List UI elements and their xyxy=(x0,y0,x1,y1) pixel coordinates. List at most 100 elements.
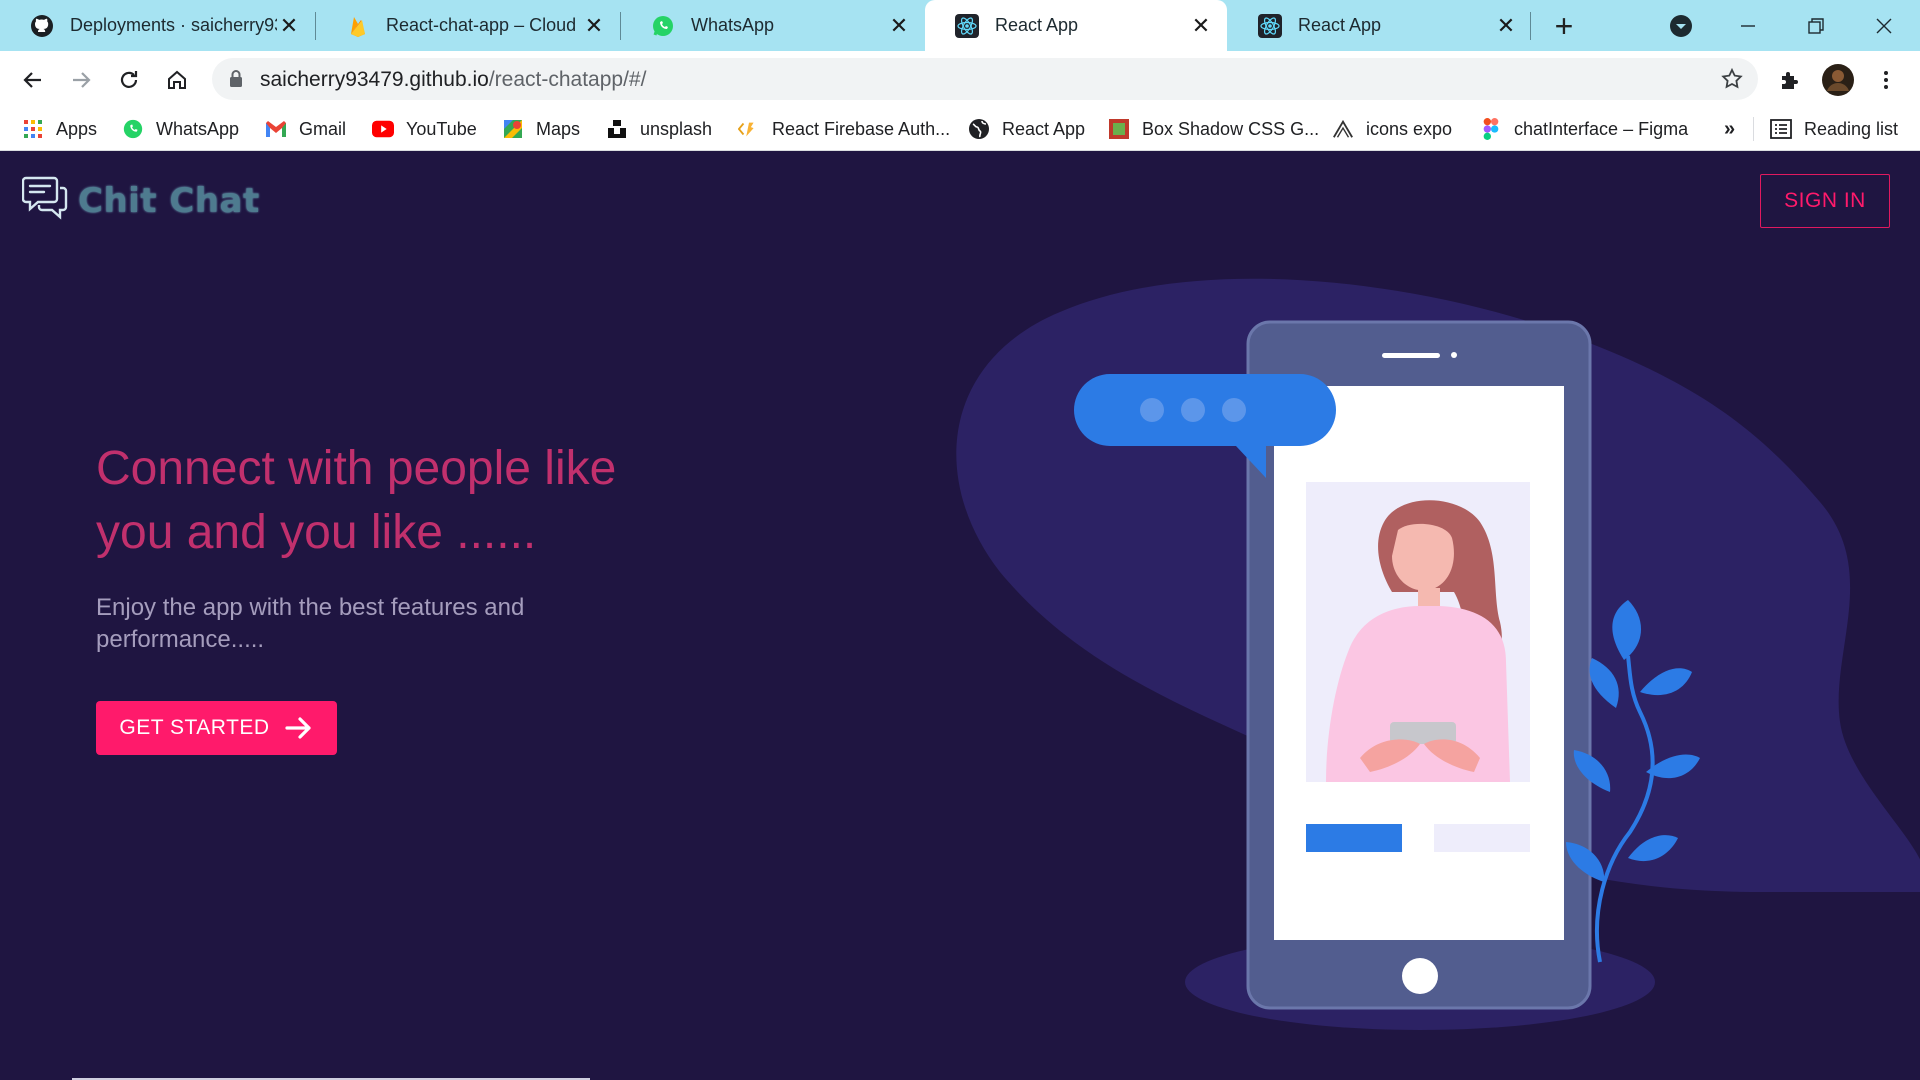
bookmark-youtube[interactable]: YouTube xyxy=(372,107,477,151)
chit-chat-landing: Chit Chat SIGN IN Connect with people li… xyxy=(0,152,1920,1080)
hero-title: Connect with people like you and you lik… xyxy=(96,442,617,559)
reading-list-icon xyxy=(1770,118,1792,140)
new-tab-button[interactable]: + xyxy=(1548,8,1580,44)
tab-react-app[interactable]: React App ✕ xyxy=(1228,0,1532,51)
tab-label: React App xyxy=(995,15,1079,35)
code-icon xyxy=(738,118,760,140)
reload-button[interactable] xyxy=(112,63,146,97)
bookmarks-bar: Apps WhatsApp Gmail YouTube Maps unsplas… xyxy=(0,107,1920,151)
maps-icon xyxy=(502,118,524,140)
bookmark-maps[interactable]: Maps xyxy=(502,107,580,151)
address-bar[interactable]: saicherry93479.github.io/react-chatapp/#… xyxy=(212,58,1758,100)
lock-icon[interactable] xyxy=(228,69,244,94)
tab-github-deployments[interactable]: Deployments · saicherry93479/react-chata… xyxy=(0,0,315,51)
close-icon[interactable]: ✕ xyxy=(887,13,911,38)
restore-icon xyxy=(1808,18,1824,34)
bookmark-react-firebase-auth[interactable]: React Firebase Auth... xyxy=(738,107,950,151)
home-icon xyxy=(168,70,186,89)
expo-icon xyxy=(1332,118,1354,140)
arrow-left-icon xyxy=(23,72,41,88)
forward-button[interactable] xyxy=(64,63,98,97)
tab-separator xyxy=(1530,12,1531,40)
phone-home-button xyxy=(1402,958,1438,994)
bookmark-label: YouTube xyxy=(406,118,477,139)
get-started-button[interactable]: GET STARTED xyxy=(96,701,337,755)
bookmarks-overflow-button[interactable]: » xyxy=(1724,107,1735,151)
react-icon xyxy=(955,13,979,38)
sign-in-button[interactable]: SIGN IN xyxy=(1760,174,1890,228)
bookmark-label: Reading list xyxy=(1804,118,1899,139)
extensions-button[interactable] xyxy=(1773,63,1807,97)
restore-button[interactable] xyxy=(1796,8,1836,44)
get-started-label: GET STARTED xyxy=(119,716,270,739)
close-icon[interactable]: ✕ xyxy=(277,13,301,38)
tab-label: React App xyxy=(1298,15,1382,35)
bookmark-apps[interactable]: Apps xyxy=(22,107,97,151)
tab-label: WhatsApp xyxy=(691,15,775,35)
bookmark-unsplash[interactable]: unsplash xyxy=(606,107,712,151)
bookmark-label: React App xyxy=(1002,118,1086,139)
minimize-icon xyxy=(1741,25,1755,27)
chat-bubbles-icon xyxy=(21,174,68,227)
tab-whatsapp[interactable]: WhatsApp ✕ xyxy=(621,0,925,51)
bookmark-label: Box Shadow CSS G... xyxy=(1142,118,1320,139)
kebab-menu-icon xyxy=(1884,71,1888,89)
close-icon[interactable]: ✕ xyxy=(582,13,606,38)
bookmark-label: unsplash xyxy=(640,118,713,139)
whatsapp-icon xyxy=(651,14,675,38)
box-icon xyxy=(1108,118,1130,140)
bookmarks-divider xyxy=(1753,117,1754,141)
url-path: /react-chatapp/#/ xyxy=(488,68,647,91)
back-button[interactable] xyxy=(16,63,50,97)
close-window-button[interactable] xyxy=(1864,8,1904,44)
bookmark-box-shadow[interactable]: Box Shadow CSS G... xyxy=(1108,107,1319,151)
arrow-right-icon xyxy=(284,716,314,740)
phone-camera xyxy=(1451,352,1457,358)
url-text: saicherry93479.github.io/react-chatapp/#… xyxy=(260,68,646,92)
bookmark-whatsapp[interactable]: WhatsApp xyxy=(122,107,239,151)
bookmark-label: WhatsApp xyxy=(156,118,240,139)
bookmark-gmail[interactable]: Gmail xyxy=(265,107,346,151)
typing-dot xyxy=(1181,398,1205,422)
home-button[interactable] xyxy=(160,63,194,97)
typing-dot xyxy=(1222,398,1246,422)
whatsapp-icon xyxy=(122,118,144,140)
profile-avatar[interactable] xyxy=(1821,63,1855,97)
bookmark-star-icon[interactable] xyxy=(1720,67,1744,96)
reload-icon xyxy=(120,71,138,88)
bookmark-label: icons expo xyxy=(1366,118,1453,139)
bookmark-figma[interactable]: chatInterface – Figma xyxy=(1480,107,1688,151)
close-icon[interactable]: ✕ xyxy=(1189,13,1213,38)
minimize-button[interactable] xyxy=(1728,8,1768,44)
close-icon xyxy=(1876,18,1892,34)
browser-toolbar: saicherry93479.github.io/react-chatapp/#… xyxy=(0,51,1920,107)
brand-name: Chit Chat xyxy=(78,180,260,221)
puzzle-icon xyxy=(1782,72,1798,89)
github-icon xyxy=(30,14,54,38)
reading-list-button[interactable]: Reading list xyxy=(1770,107,1898,151)
menu-button[interactable] xyxy=(1869,63,1903,97)
unsplash-icon xyxy=(606,118,628,140)
phone-chat-illustration xyxy=(956,278,1920,1030)
close-icon[interactable]: ✕ xyxy=(1494,13,1518,38)
woman-neck xyxy=(1418,588,1440,608)
figma-icon xyxy=(1480,118,1502,140)
typing-dot xyxy=(1140,398,1164,422)
phone-speaker xyxy=(1382,353,1440,358)
bookmark-react-app[interactable]: React App xyxy=(968,107,1085,151)
firebase-icon xyxy=(346,14,370,38)
brand-logo[interactable]: Chit Chat xyxy=(21,174,260,227)
screen-secondary-bar xyxy=(1434,824,1530,852)
bookmark-icons-expo[interactable]: icons expo xyxy=(1332,107,1452,151)
tab-search-button[interactable] xyxy=(1661,8,1701,44)
bookmark-label: React Firebase Auth... xyxy=(772,118,951,139)
bookmark-label: Maps xyxy=(536,118,581,139)
avatar-icon xyxy=(1822,64,1854,96)
tab-react-app-active[interactable]: React App ✕ xyxy=(925,0,1227,51)
bookmark-label: Apps xyxy=(56,118,98,139)
tab-label: React-chat-app – Cloud Firestore xyxy=(386,15,582,35)
overflow-chevron-icon: » xyxy=(1724,117,1736,140)
tab-firebase-firestore[interactable]: React-chat-app – Cloud Firestore ✕ xyxy=(316,0,620,51)
bookmark-label: chatInterface – Figma xyxy=(1514,118,1689,139)
apps-grid-icon xyxy=(22,118,44,140)
